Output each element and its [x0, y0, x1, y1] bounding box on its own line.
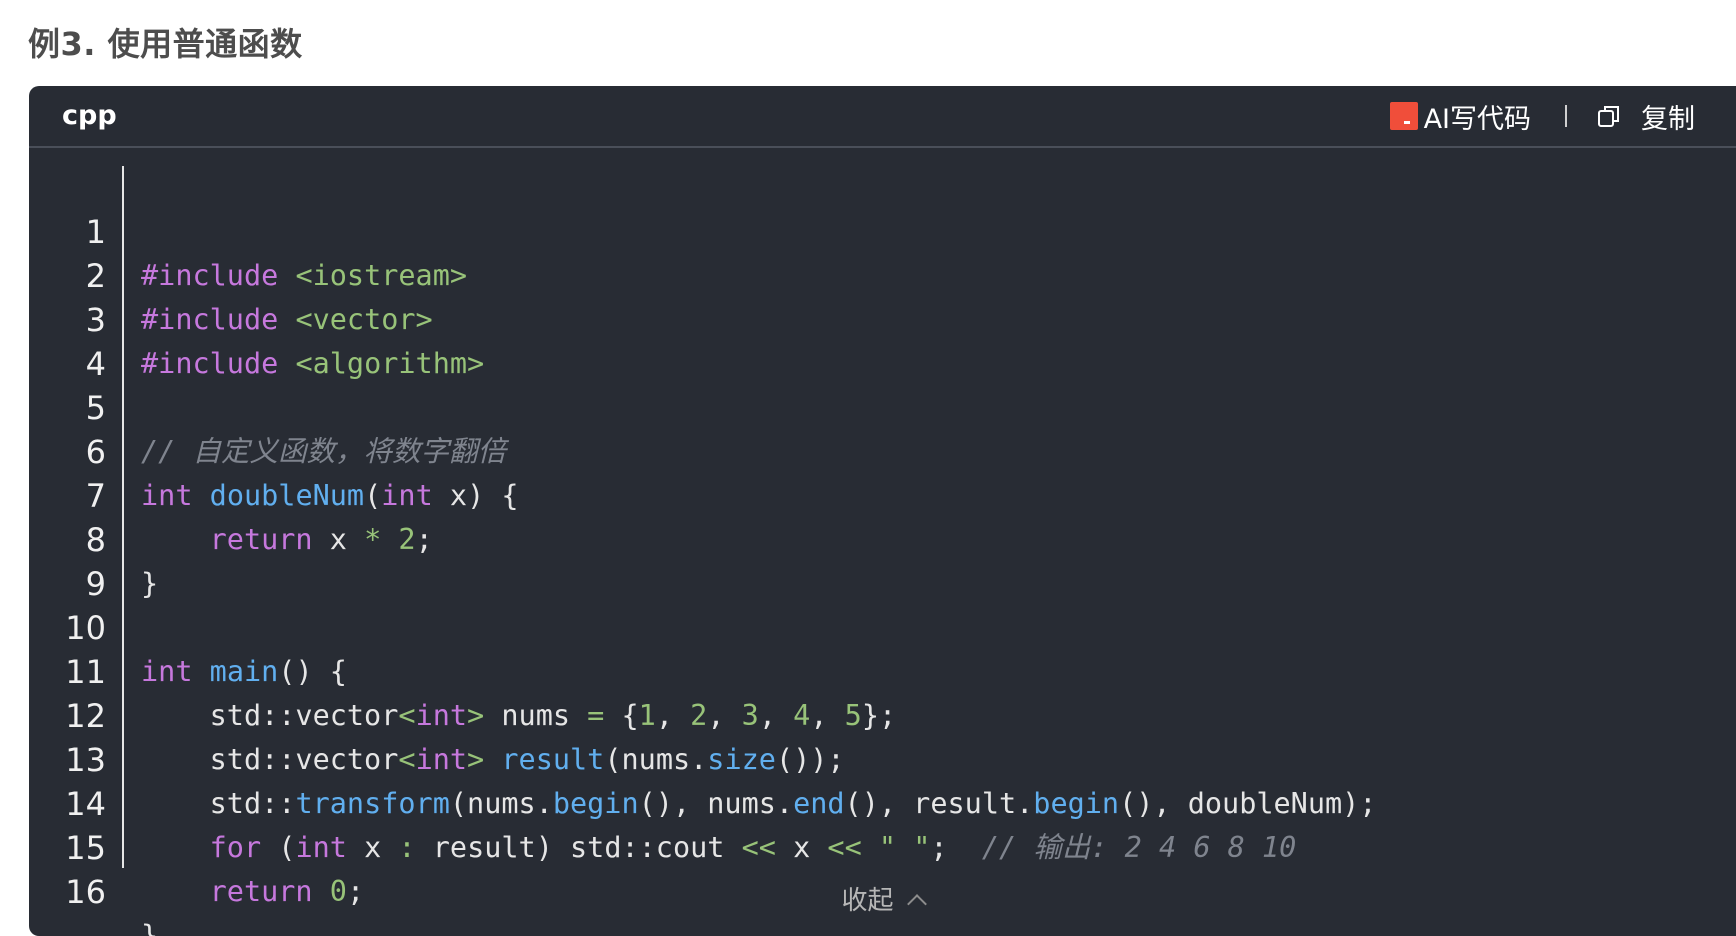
code-text: #include <algorithm>: [141, 347, 485, 380]
code-line: 12 std::vector<int> result(nums.size());: [29, 650, 844, 776]
code-line: 7 return x * 2;: [29, 430, 433, 556]
collapse-label: 收起: [841, 886, 894, 916]
code-text: for (int x : result) std::cout << x << "…: [209, 831, 1297, 864]
collapse-button[interactable]: 收起: [29, 876, 1736, 926]
code-text: // 自定义函数，将数字翻倍: [141, 435, 506, 468]
language-label: cpp: [62, 100, 117, 131]
copy-icon: [1597, 104, 1621, 128]
code-text: std::vector<int> result(nums.size());: [141, 743, 845, 776]
code-line: 14 for (int x : result) std::cout << x <…: [29, 738, 1296, 864]
code-line: 1 #include <iostream>: [29, 166, 467, 292]
code-text: std::vector<int> nums = {1, 2, 3, 4, 5};: [141, 699, 897, 732]
code-text: int doubleNum(int x) {: [141, 479, 519, 512]
code-text: #include <vector>: [141, 303, 433, 336]
code-text: return x * 2;: [209, 523, 433, 556]
code-line: 16 }: [29, 826, 158, 936]
code-text: std::transform(nums.begin(), nums.end(),…: [141, 787, 1377, 820]
code-line: 5 // 自定义函数，将数字翻倍: [29, 342, 506, 468]
code-line: 10 int main() {: [29, 562, 347, 688]
copy-label: 复制: [1641, 103, 1695, 135]
section-title: 例3. 使用普通函数: [28, 25, 303, 63]
code-actions: AI写代码 复制: [1389, 86, 1695, 146]
ai-write-code-button[interactable]: AI写代码: [1389, 97, 1531, 136]
code-block: cpp AI写代码 复制 1 #include <iostream> 2 #in…: [29, 86, 1736, 936]
code-text: }: [141, 567, 159, 600]
code-body: 1 #include <iostream> 2 #include <vector…: [29, 148, 1736, 936]
code-line: 8 }: [29, 474, 159, 600]
code-line: 9: [29, 518, 132, 603]
code-line: 11 std::vector<int> nums = {1, 2, 3, 4, …: [29, 606, 896, 732]
code-text: #include <iostream>: [141, 259, 468, 292]
code-line: 6 int doubleNum(int x) {: [29, 386, 519, 512]
code-line: 3 #include <algorithm>: [29, 254, 485, 380]
code-header: cpp AI写代码 复制: [29, 86, 1736, 148]
separator: [1565, 105, 1567, 127]
code-line: 15 return 0;: [29, 782, 364, 908]
code-line: 13 std::transform(nums.begin(), nums.end…: [29, 694, 1376, 820]
code-line: 2 #include <vector>: [29, 210, 433, 336]
code-text: int main() {: [141, 655, 347, 688]
copy-button[interactable]: 复制: [1597, 97, 1695, 136]
code-line: 4: [29, 298, 132, 383]
chevron-up-icon: [906, 894, 927, 914]
ai-code-icon: [1389, 102, 1418, 130]
ai-write-code-label: AI写代码: [1423, 103, 1531, 135]
